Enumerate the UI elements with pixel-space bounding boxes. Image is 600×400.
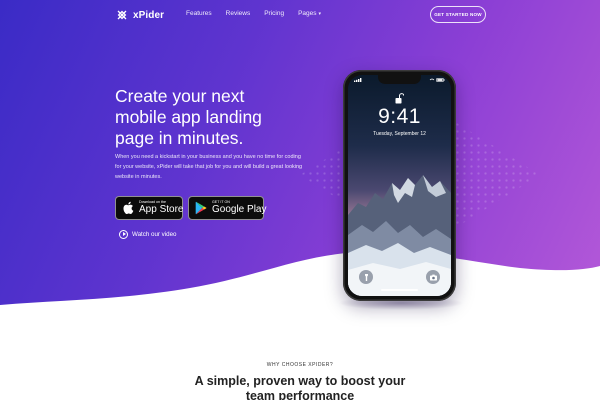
app-store-label: App Store xyxy=(139,204,184,216)
signal-icon xyxy=(354,77,362,82)
hero-headline-line: mobile app landing xyxy=(115,107,262,127)
hero-headline-line: Create your next xyxy=(115,86,245,106)
nav-link-pages-label: Pages xyxy=(298,10,317,17)
section-title: A simple, proven way to boost your team … xyxy=(0,374,600,400)
watch-video-label: Watch our video xyxy=(132,230,177,238)
flashlight-icon[interactable] xyxy=(359,270,373,284)
phone-screen: 9:41 Tuesday, September 12 xyxy=(348,75,451,296)
nav-link-reviews[interactable]: Reviews xyxy=(226,10,251,17)
lock-screen-time: 9:41 xyxy=(378,105,421,128)
nav-links: Features Reviews Pricing Pages ▾ xyxy=(186,10,335,17)
brand-logo[interactable]: xPider xyxy=(115,7,164,23)
lock-screen-date: Tuesday, September 12 xyxy=(373,131,426,137)
google-play-button[interactable]: GET IT ON Google Play xyxy=(188,196,267,220)
phone-mockup: 9:41 Tuesday, September 12 xyxy=(343,70,456,301)
section-title-line: A simple, proven way to boost your xyxy=(194,374,406,388)
xpider-logo-icon xyxy=(117,10,127,20)
section-title-line: team performance xyxy=(245,389,355,400)
nav-link-pricing[interactable]: Pricing xyxy=(264,10,284,17)
brand-name: xPider xyxy=(133,9,165,21)
google-play-icon xyxy=(195,201,207,215)
hero-description: When you need a kickstart in your busine… xyxy=(115,154,303,180)
watch-video-link[interactable]: Watch our video xyxy=(119,229,176,239)
google-play-text: GET IT ON Google Play xyxy=(212,200,267,216)
unlock-icon xyxy=(395,93,404,104)
hero-headline: Create your next mobile app landing page… xyxy=(115,86,315,149)
home-indicator xyxy=(381,289,418,291)
hero-headline-line: page in minutes. xyxy=(115,128,244,148)
camera-icon[interactable] xyxy=(426,270,440,284)
chevron-down-icon: ▾ xyxy=(318,10,322,17)
nav-link-features[interactable]: Features xyxy=(186,10,212,17)
phone-status-bar xyxy=(348,75,451,85)
battery-icon xyxy=(429,77,445,82)
app-store-button[interactable]: Download on the App Store xyxy=(115,196,183,220)
app-store-text: Download on the App Store xyxy=(139,200,184,216)
get-started-button[interactable]: GET STARTED NOW xyxy=(430,6,486,23)
navbar: xPider Features Reviews Pricing Pages ▾ … xyxy=(0,0,600,30)
section-eyebrow: WHY CHOOSE XPIDER? xyxy=(266,362,334,368)
play-circle-icon xyxy=(119,229,128,239)
google-play-label: Google Play xyxy=(212,204,267,216)
nav-link-pages-dropdown[interactable]: Pages ▾ xyxy=(298,10,321,17)
apple-icon xyxy=(123,201,134,215)
